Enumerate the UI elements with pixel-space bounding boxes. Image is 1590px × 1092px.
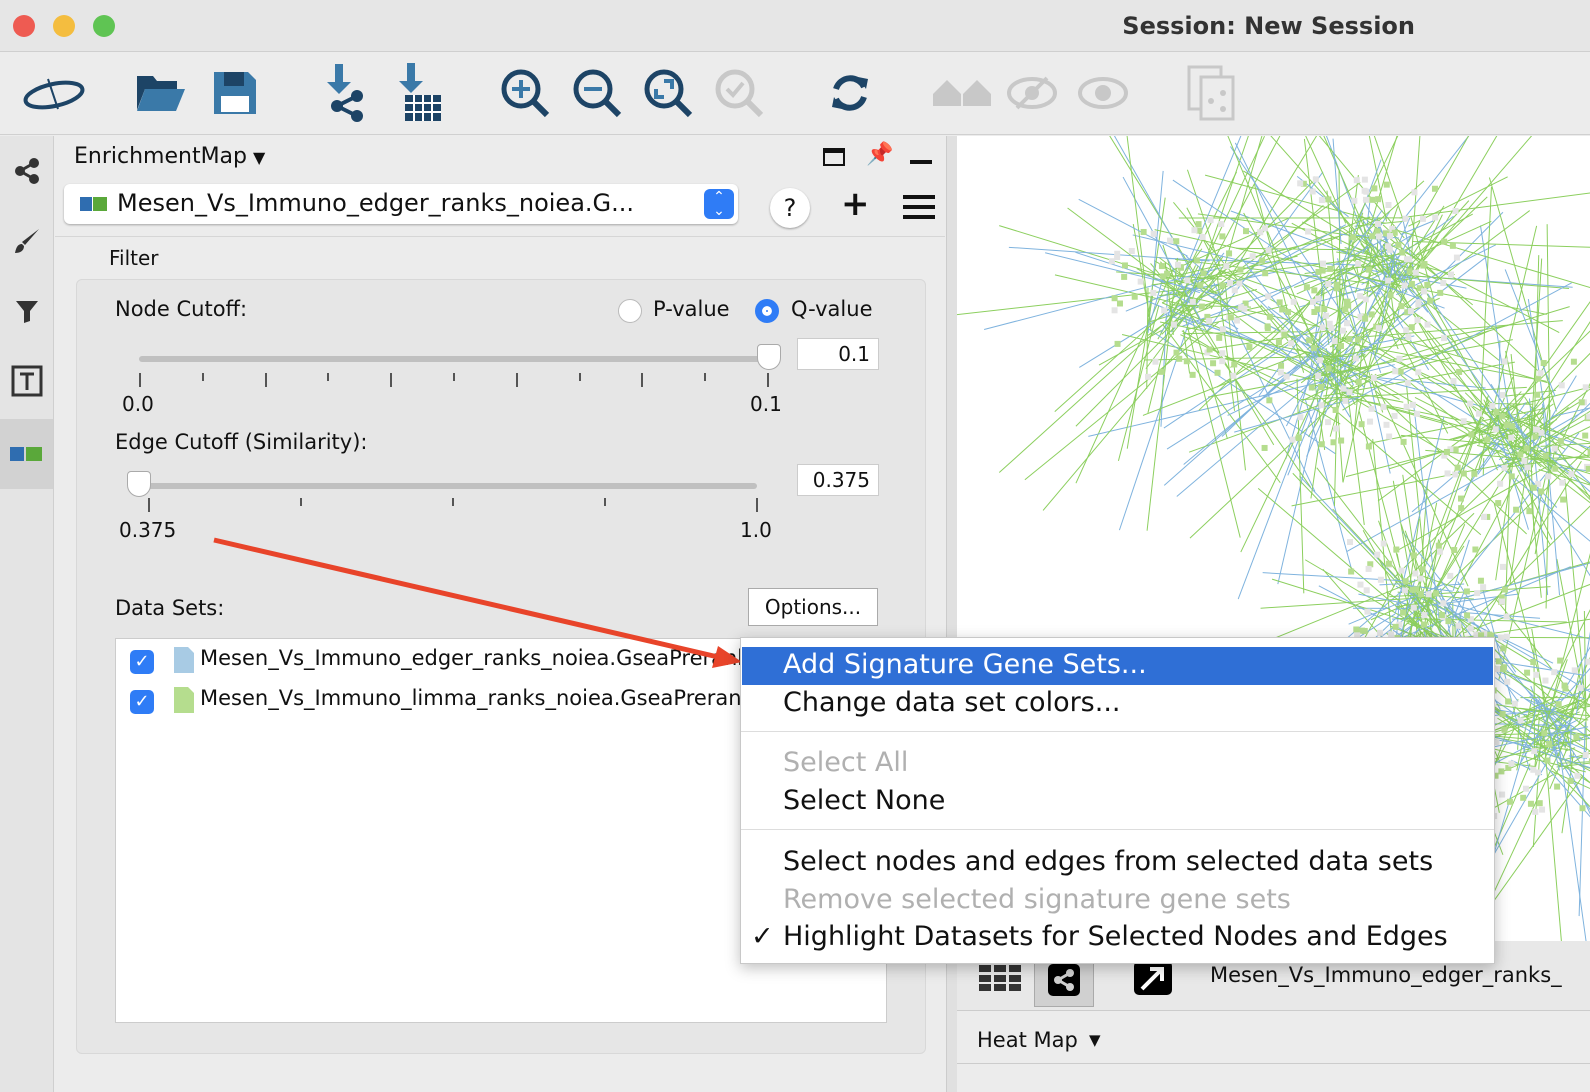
slider-tick [201,373,204,381]
edge-slider-thumb[interactable] [127,471,151,497]
dataset-file-icon [174,647,194,673]
slider-tick [604,498,606,506]
node-slider-thumb[interactable] [757,344,781,370]
checkmark-icon: ✓ [751,921,774,952]
export-icon[interactable] [1184,65,1240,121]
slider-tick [452,498,454,506]
filter-icon[interactable] [4,281,50,341]
panel-title[interactable]: EnrichmentMap [74,144,247,169]
network-select[interactable]: Mesen_Vs_Immuno_edger_ranks_noiea.G... ⌃… [64,184,738,224]
window-title: Session: New Session [1122,12,1415,40]
menu-item-select-nodes-edges[interactable]: Select nodes and edges from selected dat… [783,846,1433,877]
toolbar [0,53,1590,135]
zoom-out-icon[interactable] [569,65,625,121]
zoom-in-icon[interactable] [497,65,553,121]
menu-item-select-none[interactable]: Select None [783,785,945,816]
slider-tick [390,373,393,387]
menu-item-select-all[interactable]: Select All [783,747,908,778]
options-button[interactable]: Options... [748,588,878,626]
menu-item-change-colors[interactable]: Change data set colors... [783,687,1121,718]
datasets-label: Data Sets: [115,596,225,620]
slider-tick [515,373,518,387]
slider-tick [264,373,267,387]
heatmap-panel-header: Heat Map ▼ [957,1018,1590,1064]
edge-max-label: 1.0 [740,518,772,542]
dataset-checkbox[interactable]: ✓ [130,690,154,714]
slider-tick [300,498,302,506]
menu-separator [741,731,1494,732]
slider-tick [578,373,581,381]
node-cutoff-input[interactable]: 0.1 [797,338,879,370]
slider-tick [327,373,330,381]
cytoscape-logo-icon[interactable] [22,65,86,121]
edge-cutoff-input[interactable]: 0.375 [797,464,879,496]
close-window-button[interactable] [13,15,35,37]
open-folder-icon[interactable] [133,65,189,121]
slider-tick [641,373,644,387]
enrichmentmap-logo-icon [80,197,107,211]
minimize-window-button[interactable] [53,15,75,37]
network-name: Mesen_Vs_Immuno_edger_ranks_ [1210,963,1562,987]
zoom-fit-icon[interactable] [640,65,696,121]
heatmap-chevron-icon[interactable]: ▼ [1089,1031,1101,1049]
help-button[interactable]: ? [770,188,810,228]
maximize-window-button[interactable] [93,15,115,37]
minimize-panel-icon[interactable] [910,160,932,164]
side-tab-strip [0,136,54,1092]
annotation-text-icon[interactable] [4,351,50,411]
select-arrows-icon: ⌃ ⌄ [704,189,734,219]
dataset-name: Mesen_Vs_Immuno_edger_ranks_noiea.GseaPr… [200,646,775,670]
import-table-icon[interactable] [390,63,446,121]
heatmap-title[interactable]: Heat Map [977,1028,1078,1052]
menu-item-remove-signature[interactable]: Remove selected signature gene sets [783,884,1291,915]
show-icon[interactable] [1075,65,1131,121]
edge-min-label: 0.375 [119,518,177,542]
add-icon[interactable]: + [841,184,870,224]
dataset-file-icon [174,687,194,713]
node-max-label: 0.1 [750,392,782,416]
dataset-name: Mesen_Vs_Immuno_limma_ranks_noiea.GseaPr… [200,686,780,710]
qvalue-label: Q-value [791,297,873,321]
pin-icon[interactable]: 📌 [866,142,893,167]
network-select-value: Mesen_Vs_Immuno_edger_ranks_noiea.G... [117,189,635,217]
hide-icon[interactable] [1004,65,1060,121]
detach-view-icon[interactable] [1134,961,1172,995]
edge-cutoff-slider[interactable] [139,483,757,489]
filter-label: Filter [109,246,159,270]
zoom-selected-icon[interactable] [711,65,767,121]
node-min-label: 0.0 [122,392,154,416]
slider-tick [704,373,707,381]
hamburger-menu-icon[interactable] [903,194,935,220]
qvalue-radio[interactable] [755,299,779,323]
panel-menu-chevron-icon[interactable]: ▼ [253,148,265,167]
dataset-checkbox[interactable]: ✓ [130,650,154,674]
home-icon[interactable] [930,65,994,121]
slider-tick [148,498,150,512]
pvalue-label: P-value [653,297,730,321]
float-panel-icon[interactable] [823,148,845,166]
pvalue-radio[interactable] [618,299,642,323]
title-bar: Session: New Session [0,0,1590,52]
grid-view-icon[interactable] [979,965,1023,991]
node-cutoff-slider[interactable] [139,356,769,362]
slider-tick [139,373,141,387]
edge-cutoff-label: Edge Cutoff (Similarity): [115,430,368,454]
menu-separator [741,829,1494,830]
menu-item-highlight-datasets[interactable]: Highlight Datasets for Selected Nodes an… [783,921,1448,952]
slider-tick [767,373,769,387]
style-brush-icon[interactable] [4,211,50,271]
refresh-icon[interactable] [822,65,878,121]
menu-item-add-signature-gene-sets[interactable]: Add Signature Gene Sets... [783,649,1147,680]
options-menu: Add Signature Gene Sets... Change data s… [740,637,1495,964]
enrichmentmap-tab-icon[interactable] [0,419,53,489]
save-icon[interactable] [207,65,263,121]
divider [55,236,945,237]
network-tab-icon[interactable] [4,141,50,201]
node-cutoff-label: Node Cutoff: [115,297,248,321]
slider-tick [756,498,758,512]
slider-tick [453,373,455,381]
share-network-icon [1048,964,1080,996]
import-network-icon[interactable] [316,64,372,122]
